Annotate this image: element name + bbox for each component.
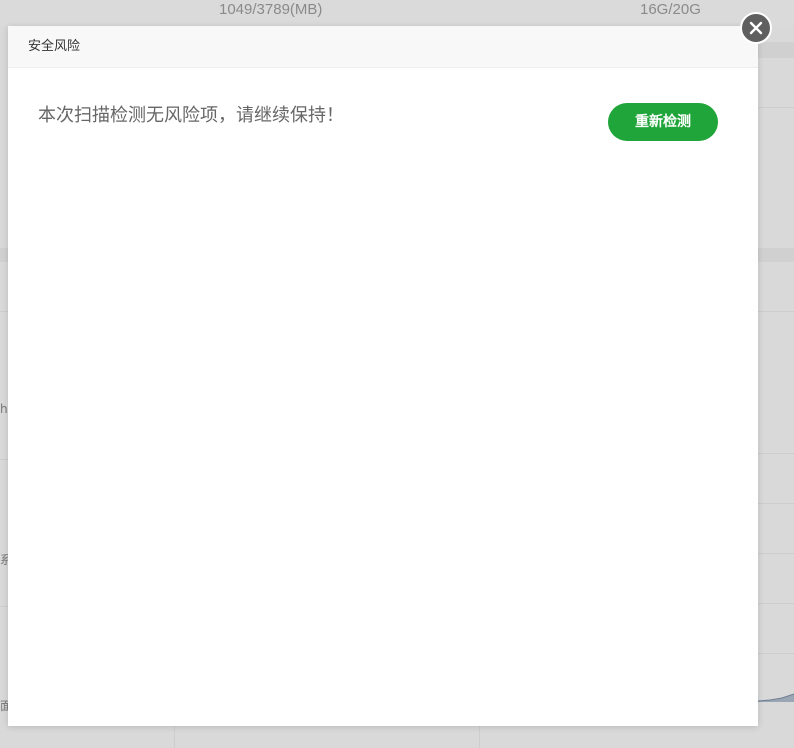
security-risk-dialog: 安全风险 本次扫描检测无风险项，请继续保持！ 重新检测 <box>8 26 758 726</box>
background-section-divider-top <box>758 42 794 58</box>
dialog-title: 安全风险 <box>28 39 81 54</box>
background-row-line <box>0 311 8 312</box>
close-icon <box>749 21 763 35</box>
recheck-button[interactable]: 重新检测 <box>608 103 718 141</box>
scan-result-message: 本次扫描检测无风险项，请继续保持！ <box>38 105 344 126</box>
background-column-line <box>174 726 175 748</box>
background-row-line <box>758 107 794 108</box>
background-column-line <box>479 726 480 748</box>
background-row-line <box>758 311 794 312</box>
background-chart-fragment <box>758 693 794 702</box>
disk-usage-value: 16G/20G <box>640 1 701 18</box>
background-clipped-label: h <box>0 402 8 416</box>
background-row-line <box>758 503 794 504</box>
close-button[interactable] <box>740 12 772 44</box>
background-row-line <box>758 553 794 554</box>
dialog-header: 安全风险 <box>8 26 758 68</box>
memory-usage-value: 1049/3789(MB) <box>219 1 323 18</box>
background-row-line <box>758 453 794 454</box>
background-row-line <box>0 459 8 460</box>
background-row-line <box>758 653 794 654</box>
background-row-line <box>0 606 8 607</box>
background-row-line <box>758 603 794 604</box>
